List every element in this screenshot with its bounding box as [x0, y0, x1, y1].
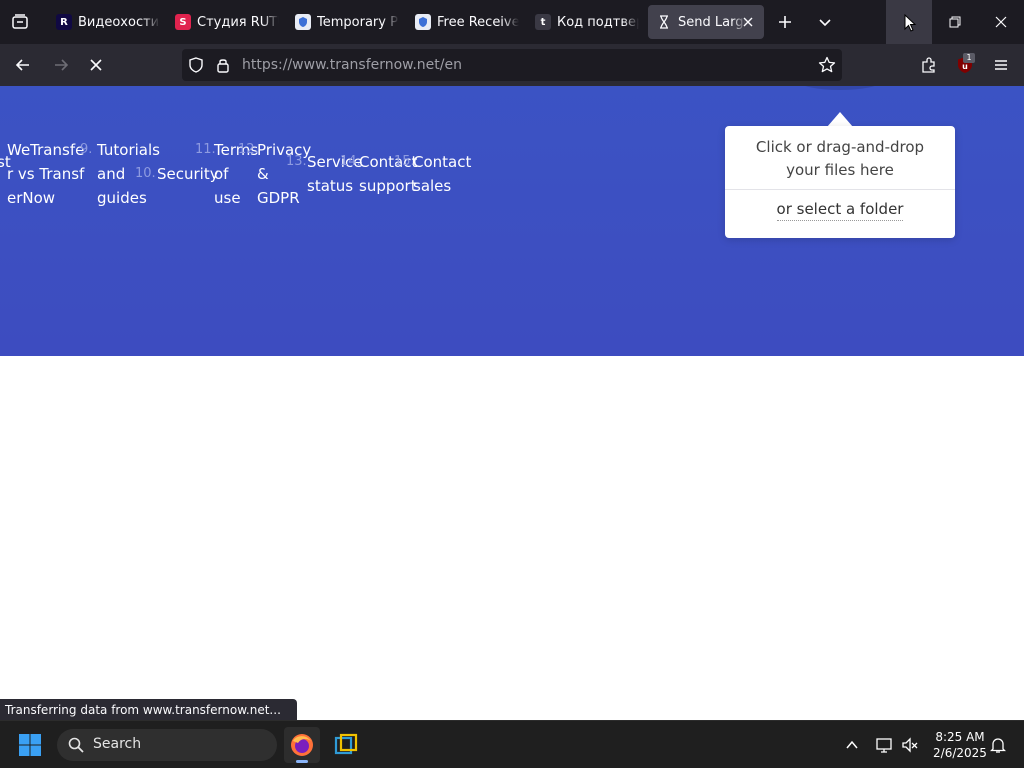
search-label: Search	[93, 736, 142, 752]
menu-number: 12.	[238, 142, 259, 157]
rutube-studio-icon: S	[175, 14, 191, 30]
upload-drop-zone[interactable]: Click or drag-and-drop your files here o…	[725, 126, 955, 238]
page-content-area	[0, 356, 1024, 720]
menu-number: 15.	[394, 154, 415, 169]
navigation-toolbar: https://www.transfernow.net/en u 1	[0, 44, 1024, 86]
new-tab-icon[interactable]	[773, 10, 797, 34]
notification-bell-icon[interactable]	[986, 733, 1010, 757]
stop-loading-button[interactable]	[83, 52, 109, 78]
tab-title: Free Receive SMS	[437, 14, 519, 30]
upload-card-pointer	[827, 112, 853, 127]
tab-strip: R Видеохостинг S Студия RUTUBE Temporary…	[0, 0, 1024, 44]
tab-temporary-phone[interactable]: Temporary Phone	[287, 5, 399, 39]
divider	[725, 189, 955, 190]
active-app-indicator	[296, 760, 308, 763]
firefox-taskbar-icon[interactable]	[284, 727, 320, 763]
select-folder-link[interactable]: or select a folder	[725, 200, 955, 221]
tab-title: Видеохостинг	[78, 14, 160, 30]
tracking-protection-shield-icon[interactable]	[188, 57, 204, 77]
minimize-button[interactable]	[886, 0, 932, 44]
close-tab-icon[interactable]	[740, 14, 756, 30]
taskbar-search-box[interactable]: Search	[57, 729, 277, 761]
menu-link-privacy-gdpr[interactable]: Privacy & GDPR	[257, 138, 311, 210]
remote-desktop-taskbar-icon[interactable]	[328, 727, 364, 763]
svg-text:u: u	[962, 62, 968, 71]
mouse-cursor-icon	[904, 13, 917, 32]
rutube-logo-icon: R	[56, 14, 72, 30]
status-bar: Transferring data from www.transfernow.n…	[0, 699, 297, 721]
volume-muted-icon[interactable]	[898, 733, 922, 757]
close-window-button[interactable]	[978, 0, 1024, 44]
select-folder-label[interactable]: or select a folder	[776, 200, 904, 221]
extensions-puzzle-icon[interactable]	[916, 52, 942, 78]
ublock-origin-icon[interactable]: u 1	[952, 52, 978, 78]
tab-rutube-studio[interactable]: S Студия RUTUBE	[167, 5, 279, 39]
url-text[interactable]: https://www.transfernow.net/en	[242, 57, 462, 73]
menu-number: 13.	[286, 154, 307, 169]
hero-section: st WeTransfer vs TransferNow 9. Tutorial…	[0, 86, 1024, 356]
tab-title: Temporary Phone	[317, 14, 399, 30]
t-logo-icon: t	[535, 14, 551, 30]
address-bar[interactable]: https://www.transfernow.net/en	[182, 49, 842, 81]
tab-confirmation-code[interactable]: t Код подтверждения	[527, 5, 639, 39]
web-page: st WeTransfer vs TransferNow 9. Tutorial…	[0, 86, 1024, 720]
tab-title: Код подтверждения	[557, 14, 639, 30]
menu-link-security[interactable]: Security	[157, 162, 219, 186]
extension-badge: 1	[963, 53, 975, 63]
forward-button[interactable]	[48, 52, 74, 78]
tab-free-receive-sms[interactable]: Free Receive SMS	[407, 5, 519, 39]
tab-videohosting[interactable]: R Видеохостинг	[48, 5, 160, 39]
menu-number: 14.	[340, 154, 361, 169]
hourglass-loading-icon	[656, 14, 672, 30]
shield-page-icon	[295, 14, 311, 30]
windows-start-icon[interactable]	[16, 731, 44, 759]
footer-menu-item[interactable]: WeTransfer vs TransferNow	[7, 138, 89, 210]
upload-drop-text[interactable]: Click or drag-and-drop your files here	[725, 136, 955, 182]
firefox-view-icon[interactable]	[8, 10, 32, 34]
shield-page-icon	[415, 14, 431, 30]
network-display-icon[interactable]	[872, 733, 896, 757]
menu-link-contact-sales[interactable]: Contact sales	[413, 150, 471, 198]
back-button[interactable]	[10, 52, 36, 78]
search-icon	[68, 737, 84, 757]
list-all-tabs-icon[interactable]	[813, 10, 837, 34]
menu-number: 11.	[195, 142, 216, 157]
tab-send-large-files[interactable]: Send Large Files	[648, 5, 764, 39]
tab-title: Send Large Files	[678, 14, 746, 30]
restore-button[interactable]	[932, 0, 978, 44]
app-menu-icon[interactable]	[988, 52, 1014, 78]
show-hidden-icons-chevron-up-icon[interactable]	[840, 733, 864, 757]
menu-number: 10.	[135, 166, 156, 181]
header-shadow	[800, 86, 880, 90]
menu-number: 9.	[80, 142, 93, 157]
bookmark-star-icon[interactable]	[818, 56, 836, 78]
menu-link-wetransfer-vs-transfernow[interactable]: WeTransfer vs TransferNow	[7, 138, 89, 210]
tab-title: Студия RUTUBE	[197, 14, 279, 30]
lock-icon[interactable]	[216, 57, 230, 77]
taskbar: Search 8:25 AM 2/6/2025	[0, 720, 1024, 768]
